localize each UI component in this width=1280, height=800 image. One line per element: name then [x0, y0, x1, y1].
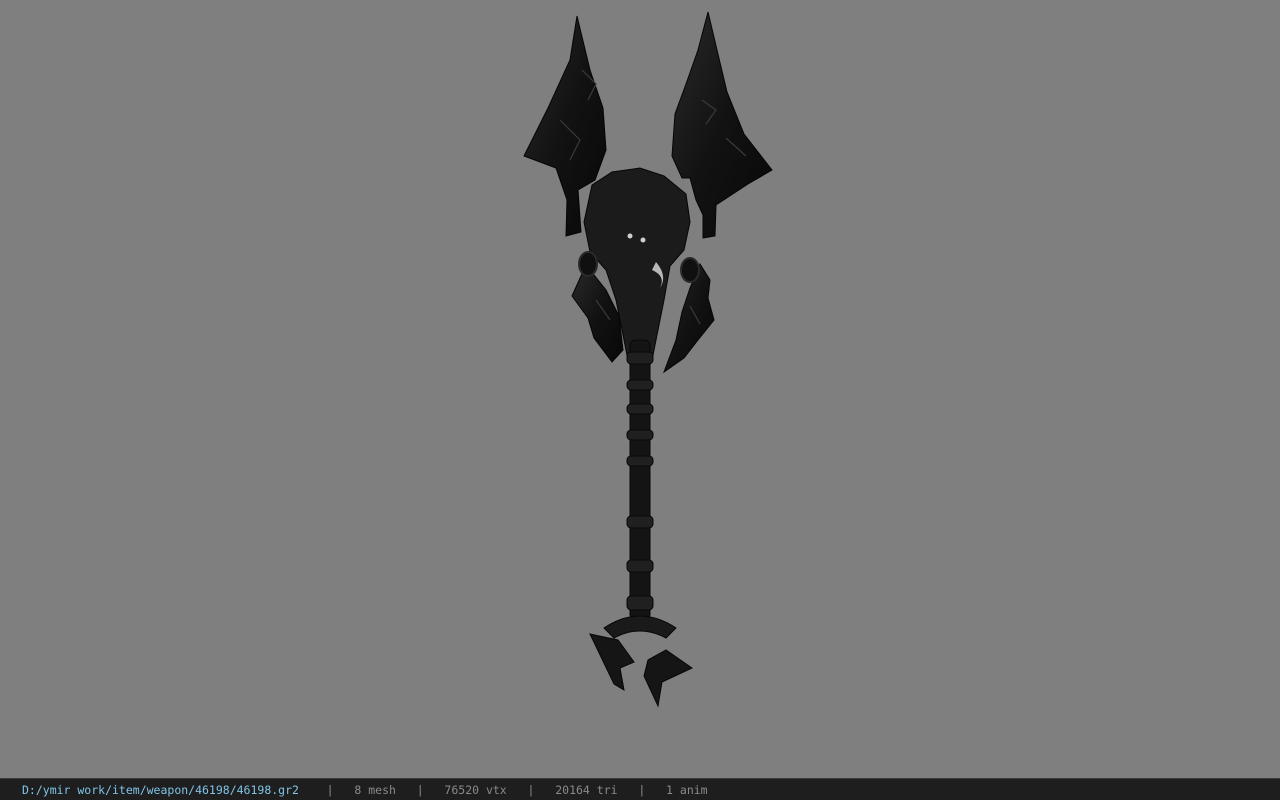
triangle-count: 20164 tri: [555, 782, 618, 797]
pommel-guard: [603, 615, 677, 639]
3d-viewport[interactable]: [0, 0, 1280, 778]
separator: |: [326, 782, 334, 797]
separator: |: [416, 782, 424, 797]
status-bar: D:/ymir work/item/weapon/46198/46198.gr2…: [0, 778, 1280, 800]
left-ring: [578, 251, 598, 277]
separator: |: [527, 782, 535, 797]
skull-eye-left: [627, 233, 633, 239]
skull-eye-right: [640, 237, 646, 243]
file-path: D:/ymir work/item/weapon/46198/46198.gr2: [22, 782, 299, 797]
separator: |: [638, 782, 646, 797]
right-pommel-spike: [643, 649, 694, 708]
vertex-count: 76520 vtx: [444, 782, 507, 797]
anim-count: 1 anim: [666, 782, 708, 797]
left-pommel-spike: [589, 633, 635, 691]
weapon-model[interactable]: [0, 0, 1280, 778]
mesh-count: 8 mesh: [354, 782, 396, 797]
right-ring: [680, 257, 700, 283]
